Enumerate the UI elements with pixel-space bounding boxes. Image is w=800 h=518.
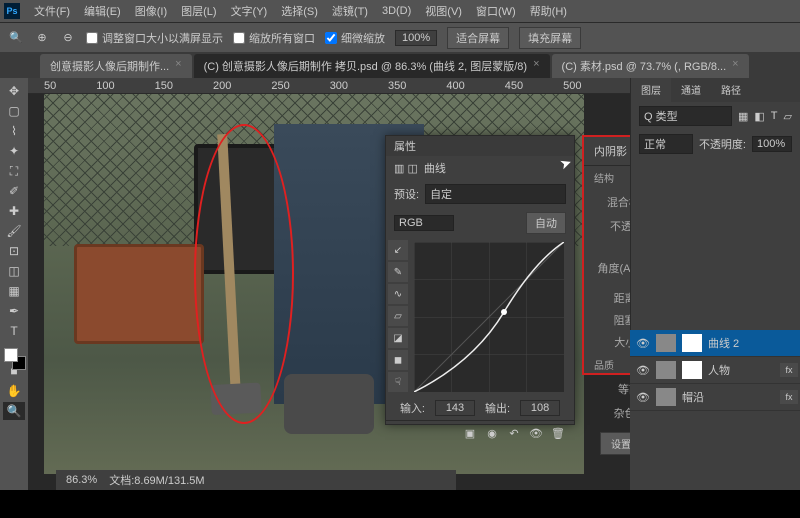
fx-badge[interactable]: fx [780,363,798,377]
eraser-tool[interactable]: ◫ [3,262,25,280]
heal-tool[interactable]: ✚ [3,202,25,220]
lasso-tool[interactable]: ⌇ [3,122,25,140]
layer-name[interactable]: 曲线 2 [708,335,739,351]
zoom-tool-icon[interactable]: 🔍 [8,30,24,46]
menubar: Ps 文件(F) 编辑(E) 图像(I) 图层(L) 文字(Y) 选择(S) 滤… [0,0,800,22]
curve-pencil-tool[interactable]: ✎ [388,262,408,282]
curve-output[interactable]: 108 [520,400,560,416]
zoom-all-checkbox[interactable]: 缩放所有窗口 [233,30,315,46]
toolbar: ✥ ▢ ⌇ ✦ ⛶ ✐ ✚ 🖌 ⊡ ◫ ▦ ✒ T ↖ ■ ✋ 🔍 [0,78,28,490]
layer-opacity-input[interactable]: 100% [752,136,792,152]
zoom-100-button[interactable]: 100% [395,30,437,46]
menu-image[interactable]: 图像(I) [129,1,173,21]
sample-gray-tool[interactable]: ◪ [388,328,408,348]
curve-point-tool[interactable]: ↙ [388,240,408,260]
menu-3d[interactable]: 3D(D) [376,3,417,19]
options-bar: 🔍 ⊕ ⊖ 调整窗口大小以满屏显示 缩放所有窗口 细微缩放 100% 适合屏幕 … [0,22,800,52]
pen-tool[interactable]: ✒ [3,302,25,320]
zoom-in-icon[interactable]: ⊕ [34,30,50,46]
status-bar: 86.3% 文档:8.69M/131.5M [56,470,456,490]
filter-icon[interactable]: ▦ [738,110,748,123]
close-icon[interactable]: × [533,58,539,74]
layer-thumb[interactable] [656,388,676,406]
layers-tab[interactable]: 图层 [631,78,671,102]
color-swatches[interactable] [4,348,26,370]
menu-view[interactable]: 视图(V) [419,1,468,21]
sample-black-tool[interactable]: ◼ [388,350,408,370]
right-dock: 图层 通道 路径 Q 类型▦◧T▱ 正常不透明度:100% 👁 曲线 2 👁 人… [630,78,800,490]
sample-white-tool[interactable]: ▱ [388,306,408,326]
visibility-icon[interactable]: 👁 [636,364,650,377]
blend-mode-dropdown[interactable]: 正常 [639,134,693,154]
panel-title: 属性 [394,138,416,154]
menu-edit[interactable]: 编辑(E) [78,1,127,21]
menu-filter[interactable]: 滤镜(T) [326,1,374,21]
resize-window-checkbox[interactable]: 调整窗口大小以满屏显示 [86,30,223,46]
clip-icon[interactable]: ▣ [462,425,478,441]
fill-screen-button[interactable]: 填充屏幕 [519,27,581,49]
menu-layer[interactable]: 图层(L) [175,1,222,21]
filter-icon[interactable]: ▱ [784,110,792,123]
auto-button[interactable]: 自动 [526,212,566,234]
paths-tab[interactable]: 路径 [711,78,751,102]
mask-thumb[interactable] [682,361,702,379]
menu-file[interactable]: 文件(F) [28,1,76,21]
mask-thumb[interactable] [682,334,702,352]
reset-icon[interactable]: ↶ [506,425,522,441]
zoom-level[interactable]: 86.3% [66,474,97,486]
visibility-icon[interactable]: 👁 [636,391,650,404]
layer-row[interactable]: 👁 曲线 2 [630,330,800,357]
layer-thumb[interactable] [656,334,676,352]
fx-badge[interactable]: fx [780,390,798,404]
curves-graph[interactable] [414,242,564,392]
layer-name[interactable]: 帽沿 [682,389,704,405]
layer-filter-dropdown[interactable]: Q 类型 [639,106,732,126]
hand-tool[interactable]: ✋ [3,382,25,400]
properties-panel: 属性 ▥ ◫曲线 预设:自定 RGB自动 ↙ ✎ ∿ ▱ ◪ ◼ ☟ 输入:14… [385,135,575,425]
doc-tab-1[interactable]: 创意摄影人像后期制作...× [40,54,192,78]
gradient-tool[interactable]: ▦ [3,282,25,300]
marquee-tool[interactable]: ▢ [3,102,25,120]
layer-row[interactable]: 👁 帽沿 fx [630,384,800,411]
visibility-icon[interactable]: 👁 [528,425,544,441]
layers-list: 👁 曲线 2 👁 人物 fx 👁 帽沿 fx [630,330,800,490]
channels-tab[interactable]: 通道 [671,78,711,102]
curve-smooth-tool[interactable]: ∿ [388,284,408,304]
wand-tool[interactable]: ✦ [3,142,25,160]
curves-icon: ▥ ◫ [394,162,418,175]
channel-dropdown[interactable]: RGB [394,215,454,231]
eyedropper-tool[interactable]: ✐ [3,182,25,200]
view-icon[interactable]: ◉ [484,425,500,441]
close-icon[interactable]: × [732,58,738,74]
filter-icon[interactable]: ◧ [754,110,764,123]
move-tool[interactable]: ✥ [3,82,25,100]
zoom-out-icon[interactable]: ⊖ [60,30,76,46]
zoom-tool[interactable]: 🔍 [3,402,25,420]
doc-tab-2[interactable]: (C) 创意摄影人像后期制作 拷贝.psd @ 86.3% (曲线 2, 图层蒙… [194,54,550,78]
trash-icon[interactable]: 🗑 [550,425,566,441]
app-logo: Ps [4,3,20,19]
crop-tool[interactable]: ⛶ [3,162,25,180]
annotation-oval [194,124,294,424]
visibility-icon[interactable]: 👁 [636,337,650,350]
menu-window[interactable]: 窗口(W) [470,1,522,21]
filter-icon[interactable]: T [771,110,778,122]
layer-thumb[interactable] [656,361,676,379]
close-icon[interactable]: × [175,58,181,74]
layer-row[interactable]: 👁 人物 fx [630,357,800,384]
scrubby-zoom-checkbox[interactable]: 细微缩放 [325,30,385,46]
menu-help[interactable]: 帮助(H) [524,1,573,21]
layer-name[interactable]: 人物 [708,362,730,378]
curve-hand-tool[interactable]: ☟ [388,372,408,392]
fit-screen-button[interactable]: 适合屏幕 [447,27,509,49]
type-tool[interactable]: T [3,322,25,340]
brush-tool[interactable]: 🖌 [3,222,25,240]
preset-dropdown[interactable]: 自定 [425,184,566,204]
curve-input[interactable]: 143 [435,400,475,416]
menu-type[interactable]: 文字(Y) [225,1,274,21]
menu-select[interactable]: 选择(S) [275,1,324,21]
stamp-tool[interactable]: ⊡ [3,242,25,260]
doc-tab-3[interactable]: (C) 素材.psd @ 73.7% (, RGB/8...× [552,54,749,78]
document-tabs: 创意摄影人像后期制作...× (C) 创意摄影人像后期制作 拷贝.psd @ 8… [0,52,800,78]
